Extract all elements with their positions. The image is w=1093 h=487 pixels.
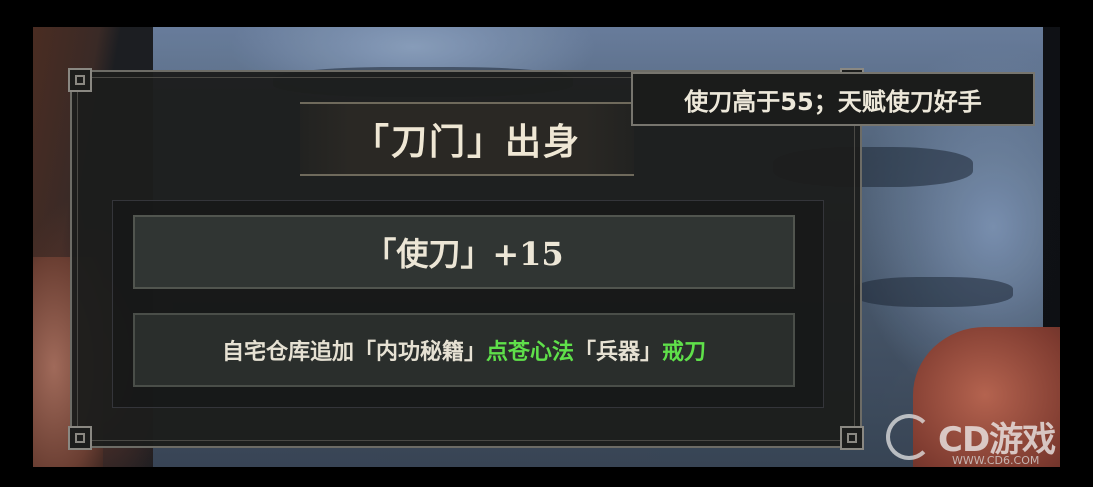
warehouse-bonus-row: 自宅仓库追加「内功秘籍」 点苍心法 「兵器」 戒刀: [133, 313, 795, 387]
stat-bonus-row: 「使刀」+15: [133, 215, 795, 289]
origin-effects-box: 「使刀」+15 自宅仓库追加「内功秘籍」 点苍心法 「兵器」 戒刀: [112, 200, 824, 408]
bonus-item-weapon: 戒刀: [662, 339, 707, 365]
origin-info-panel: 「刀门」出身 「使刀」+15 自宅仓库追加「内功秘籍」 点苍心法 「兵器」 戒刀: [68, 68, 864, 450]
warehouse-bonus-weapon-label: 「兵器」: [574, 339, 663, 365]
warehouse-bonus-prefix: 自宅仓库追加「内功秘籍」: [221, 339, 486, 365]
cd-logo-icon: [886, 414, 932, 460]
site-watermark: CD游戏 WWW.CD6.COM: [886, 408, 1076, 468]
corner-ornament: [68, 68, 92, 92]
corner-ornament: [840, 426, 864, 450]
origin-title: 「刀门」出身: [300, 102, 634, 176]
requirement-tooltip: 使刀高于55；天赋使刀好手: [631, 72, 1035, 126]
corner-ornament: [68, 426, 92, 450]
watermark-url: WWW.CD6.COM: [952, 454, 1040, 467]
bonus-item-manual: 点苍心法: [485, 339, 574, 365]
